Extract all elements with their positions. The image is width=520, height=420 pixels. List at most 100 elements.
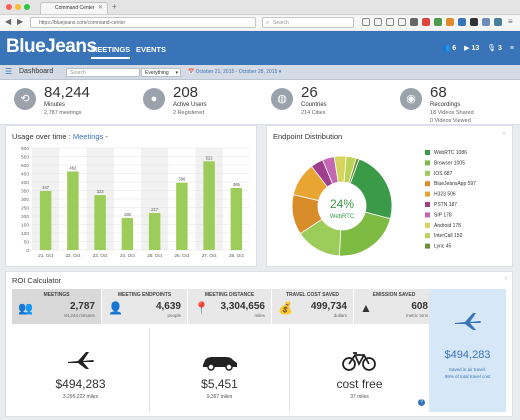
donut-slice (349, 158, 393, 220)
x-tick-label: 21. Oct (38, 253, 54, 258)
endpoint-panel: Endpoint Distribution ○ 24% WebRTC WebRT… (266, 125, 513, 267)
roi-car-value: $5,451 (201, 377, 238, 391)
roi-air-card: $494,283 3,295,222 miles (12, 328, 150, 412)
roi-meetings-header: MEETINGS (43, 292, 70, 298)
header-counters: 👥 6 ▶ 13 🎙 3 ≡ (442, 44, 520, 52)
dashboard-subbar: ☰ Dashboard Search Everything ▾ 📅 October… (0, 65, 520, 80)
browser-tab[interactable]: Command Center ✕ (40, 2, 108, 14)
people-icon: 👥 (18, 301, 33, 315)
extension-dark-icon[interactable] (470, 18, 478, 26)
roi-distance-header: MEETING DISTANCE (204, 292, 255, 298)
browser-chrome: Command Center ✕ + ◀ ▶ https://bluejeans… (0, 0, 520, 30)
roi-settings-icon[interactable]: ○ (504, 276, 508, 282)
roi-emission-value: 608 (411, 301, 428, 312)
download-icon[interactable] (386, 18, 394, 26)
audio-count[interactable]: 🎙 3 (487, 45, 502, 52)
roi-endpoints: 👤 MEETING ENDPOINTS 4,639 people (102, 289, 188, 324)
legend-swatch (425, 222, 430, 228)
history-icon: ⟲ (14, 88, 36, 110)
roi-meetings-unit: 84,244 minutes (64, 313, 95, 318)
legend-swatch (425, 202, 430, 207)
roi-meetings: 👥 MEETINGS 2,787 84,244 minutes (12, 289, 102, 324)
browser-menu-icon[interactable]: ≡ (508, 17, 513, 26)
extension-red-icon[interactable] (422, 18, 430, 26)
user-icon: ● (143, 88, 165, 110)
nav-events[interactable]: EVENTS (136, 45, 166, 54)
url-bar[interactable]: https://bluejeans.com/command-center (30, 17, 256, 28)
video-count[interactable]: ▶ 13 (464, 45, 479, 52)
chevron-down-icon: ▾ (175, 70, 178, 76)
x-tick-label: 22. Oct (65, 253, 81, 258)
roi-travel-cost: 💰 TRAVEL COST SAVED 499,734 dollars (272, 289, 354, 324)
extension-orange-icon[interactable] (446, 18, 454, 26)
tab-bar: Command Center ✕ + (0, 0, 520, 14)
date-range-picker[interactable]: 📅 October 21, 2015 - October 28, 2015 ▾ (188, 69, 281, 75)
home-icon[interactable] (398, 18, 406, 26)
reading-list-icon[interactable] (374, 18, 382, 26)
y-tick-label: 450 (21, 171, 29, 177)
extension-green-icon[interactable] (434, 18, 442, 26)
stat-countries-value: 26 (301, 84, 318, 101)
roi-header: ROI Calculator ○ (6, 272, 514, 289)
help-icon[interactable]: ? (418, 399, 425, 406)
date-range-text: October 21, 2015 - October 28, 2015 (195, 69, 278, 75)
roi-endpoints-value: 4,639 (155, 301, 181, 312)
app-menu-icon[interactable]: ≡ (510, 45, 514, 52)
browser-search-input[interactable]: ⌕ Search (262, 17, 354, 28)
sidebar-toggle-icon[interactable]: ☰ (5, 67, 12, 76)
stat-recordings-value: 68 (430, 84, 447, 101)
bluejeans-logo[interactable]: BlueJeans (6, 36, 97, 58)
filter-select[interactable]: Everything ▾ (141, 68, 181, 77)
y-tick-label: 550 (21, 154, 29, 160)
roi-car-card: $5,451 9,397 miles (150, 328, 290, 412)
y-tick-label: 100 (21, 231, 29, 237)
donut-center-value: 24% (330, 197, 354, 211)
panel-settings-icon[interactable]: ○ (502, 131, 506, 137)
roi-endpoints-unit: people (167, 313, 181, 318)
roi-saved-line1: Saved in air travel. (448, 367, 487, 372)
legend-label: H323 506 (434, 192, 456, 198)
usage-metric-link[interactable]: Meetings (73, 132, 103, 141)
roi-saved-line2: 99% of total travel cost (444, 374, 491, 379)
emission-icon: ▲ (360, 301, 372, 315)
people-count-value: 6 (452, 45, 457, 52)
legend-label: IOS 687 (434, 171, 453, 177)
stat-recordings-sub: 18 Videos Shared (430, 110, 474, 116)
bar-value-label: 323 (97, 189, 105, 194)
tab-title: Command Center (55, 5, 95, 11)
minimize-window-icon[interactable] (15, 4, 21, 10)
star-icon[interactable] (362, 18, 370, 26)
legend-label: WebRTC 1086 (434, 150, 467, 156)
dashboard-search-input[interactable]: Search (66, 68, 140, 77)
legend-label: Android 178 (434, 223, 461, 229)
route-icon: 📍 (194, 301, 209, 315)
bar (176, 182, 188, 250)
extension-blue-icon[interactable] (458, 18, 466, 26)
roi-air-value: $494,283 (55, 377, 106, 391)
url-text: https://bluejeans.com/command-center (39, 20, 126, 26)
x-tick-label: 28. Oct (229, 253, 245, 258)
y-tick-label: 0 (26, 248, 29, 254)
x-tick-label: 25. Oct (147, 253, 163, 258)
nav-meetings[interactable]: MEETINGS (91, 45, 131, 59)
new-tab-icon[interactable]: + (112, 2, 117, 11)
back-icon[interactable]: ◀ (5, 17, 11, 26)
people-count[interactable]: 👥 6 (442, 45, 457, 52)
bar-value-label: 396 (178, 177, 186, 182)
extension-misc2-icon[interactable] (494, 18, 502, 26)
roi-savings-panel: $494,283 Saved in air travel. 99% of tot… (429, 289, 506, 412)
calendar-icon: 📅 (188, 69, 196, 75)
usage-bar-chart: 0 50 100 150 200 250 300 350 400 450 500 550 600 347 2… (21, 146, 250, 258)
forward-icon[interactable]: ▶ (17, 17, 23, 26)
summary-stats: ⟲ 84,244 Minutes 2,787 meetings ● 208 Ac… (0, 80, 520, 125)
tab-close-icon[interactable]: ✕ (98, 3, 103, 14)
maximize-window-icon[interactable] (24, 4, 30, 10)
bar-value-label: 462 (69, 165, 77, 170)
bar-value-label: 188 (124, 212, 132, 217)
bar-value-label: 522 (206, 155, 214, 160)
x-tick-label: 24. Oct (120, 253, 136, 258)
extension-misc-icon[interactable] (482, 18, 490, 26)
extension-icon[interactable] (410, 18, 418, 26)
y-tick-label: 400 (21, 180, 29, 186)
close-window-icon[interactable] (6, 4, 12, 10)
